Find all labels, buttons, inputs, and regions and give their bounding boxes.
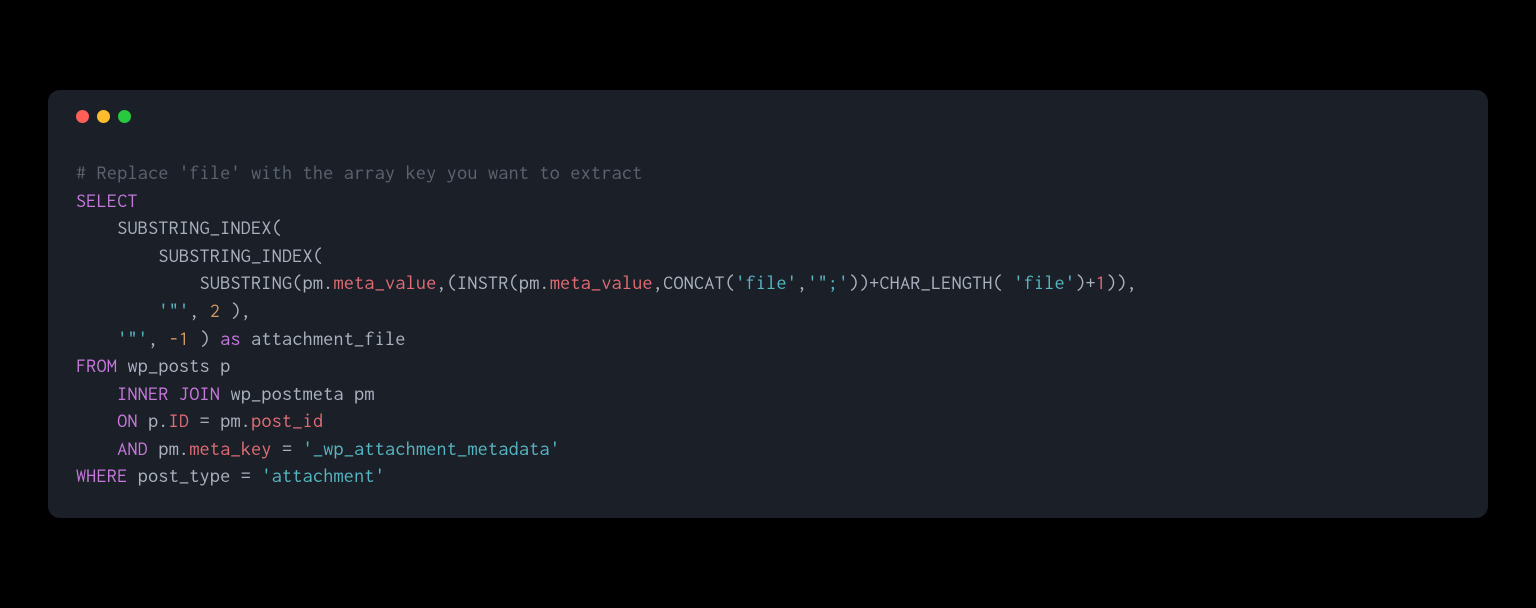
kw-as: as [220,328,241,349]
tbl-wp-postmeta: wp_postmeta pm [220,383,375,404]
code-comment: # Replace 'file' with the array key you … [76,162,643,183]
fn-substring: SUBSTRING(pm [200,272,324,293]
titlebar [76,110,1460,123]
code-block: # Replace 'file' with the array key you … [76,159,1460,490]
code-window: # Replace 'file' with the array key you … [48,90,1488,518]
col-post-id: post_id [251,410,323,431]
str-file: 'file' [1013,272,1075,293]
str-attachment: 'attachment' [261,465,385,486]
num-neg-one: -1 [169,328,190,349]
col-id: ID [169,410,190,431]
maximize-icon[interactable] [118,110,131,123]
tbl-wp-posts: wp_posts p [117,355,230,376]
kw-join: JOIN [179,383,220,404]
kw-inner: INNER [117,383,169,404]
col-meta-value: meta_value [334,272,437,293]
str-quote: '"' [117,328,148,349]
str-file: 'file' [735,272,797,293]
kw-on: ON [117,410,138,431]
close-icon[interactable] [76,110,89,123]
num-two: 2 [210,300,220,321]
col-meta-key: meta_key [189,438,271,459]
str-quote: '"' [158,300,189,321]
alias-attachment-file: attachment_file [241,328,406,349]
col-meta-value: meta_value [550,272,653,293]
str-delim: '";' [807,272,848,293]
kw-where: WHERE [76,465,128,486]
kw-select: SELECT [76,190,138,211]
kw-and: AND [117,438,148,459]
kw-from: FROM [76,355,117,376]
num-one: 1 [1096,272,1106,293]
str-wp-attachment-metadata: '_wp_attachment_metadata' [303,438,561,459]
minimize-icon[interactable] [97,110,110,123]
fn-substring-index: SUBSTRING_INDEX( [158,245,323,266]
fn-substring-index: SUBSTRING_INDEX( [117,217,282,238]
